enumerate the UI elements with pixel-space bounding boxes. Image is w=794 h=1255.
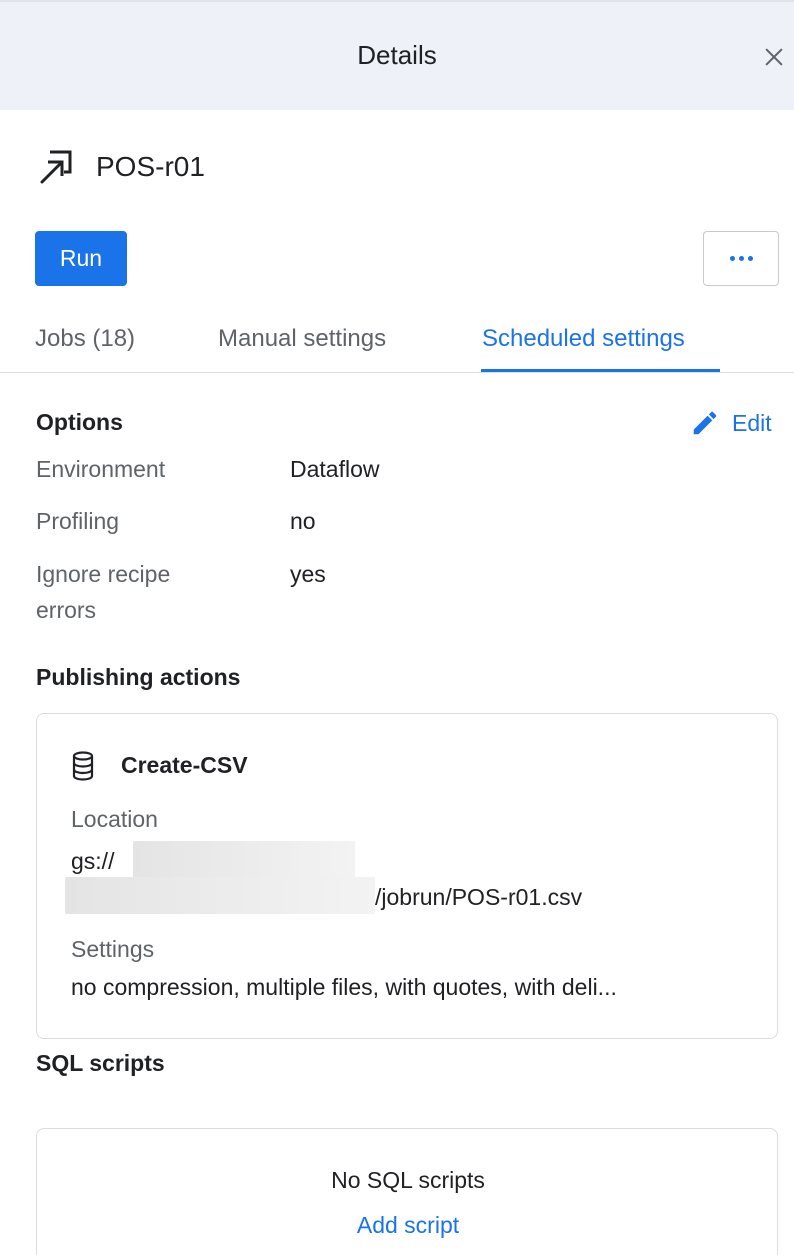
database-icon [72, 751, 94, 781]
add-script-link[interactable]: Add script [37, 1212, 779, 1239]
edit-label: Edit [732, 409, 772, 436]
location-suffix: /jobrun/POS-r01.csv [375, 884, 583, 910]
no-sql-scripts-text: No SQL scripts [331, 1167, 485, 1193]
option-label-profiling: Profiling [36, 508, 120, 534]
settings-label: Settings [71, 936, 155, 962]
option-value-environment: Dataflow [290, 456, 380, 482]
publishing-section-title: Publishing actions [36, 664, 241, 690]
output-arrow-icon [40, 150, 72, 184]
option-value-ignore-errors: yes [290, 561, 326, 587]
run-button[interactable]: Run [35, 231, 127, 286]
tab-bar: Jobs (18) Manual settings Scheduled sett… [0, 305, 794, 373]
panel-title: Details [357, 40, 437, 70]
tab-manual-settings[interactable]: Manual settings [218, 325, 386, 353]
more-horizontal-icon [729, 256, 753, 261]
more-options-button[interactable] [703, 231, 779, 286]
settings-value: no compression, multiple files, with quo… [71, 974, 617, 1000]
edit-options-button[interactable]: Edit [690, 407, 772, 439]
flow-name: POS-r01 [96, 151, 205, 182]
option-label-ignore-errors-line1: Ignore recipe [36, 561, 171, 587]
pencil-icon [693, 411, 717, 435]
sql-section-title: SQL scripts [36, 1050, 165, 1076]
active-tab-indicator [481, 369, 720, 372]
option-label-environment: Environment [36, 456, 166, 482]
publishing-action-name: Create-CSV [121, 752, 248, 778]
sql-scripts-card: No SQL scripts Add script [36, 1128, 778, 1255]
option-value-profiling: no [290, 508, 316, 534]
options-section-title: Options [36, 409, 123, 435]
option-label-ignore-errors-line2: errors [36, 597, 97, 623]
redacted-folder-path [65, 877, 375, 914]
tab-jobs[interactable]: Jobs (18) [35, 325, 135, 353]
details-header: Details [0, 0, 794, 110]
location-prefix: gs:// [71, 848, 115, 874]
location-label: Location [71, 806, 158, 832]
flow-title-row: POS-r01 [36, 142, 205, 192]
publishing-action-card[interactable]: Create-CSV Location gs:// /jobrun/POS-r0… [36, 713, 778, 1039]
tab-scheduled-settings[interactable]: Scheduled settings [482, 325, 685, 353]
redacted-bucket-path [133, 841, 355, 878]
close-icon [765, 48, 783, 65]
close-button[interactable] [758, 40, 790, 76]
